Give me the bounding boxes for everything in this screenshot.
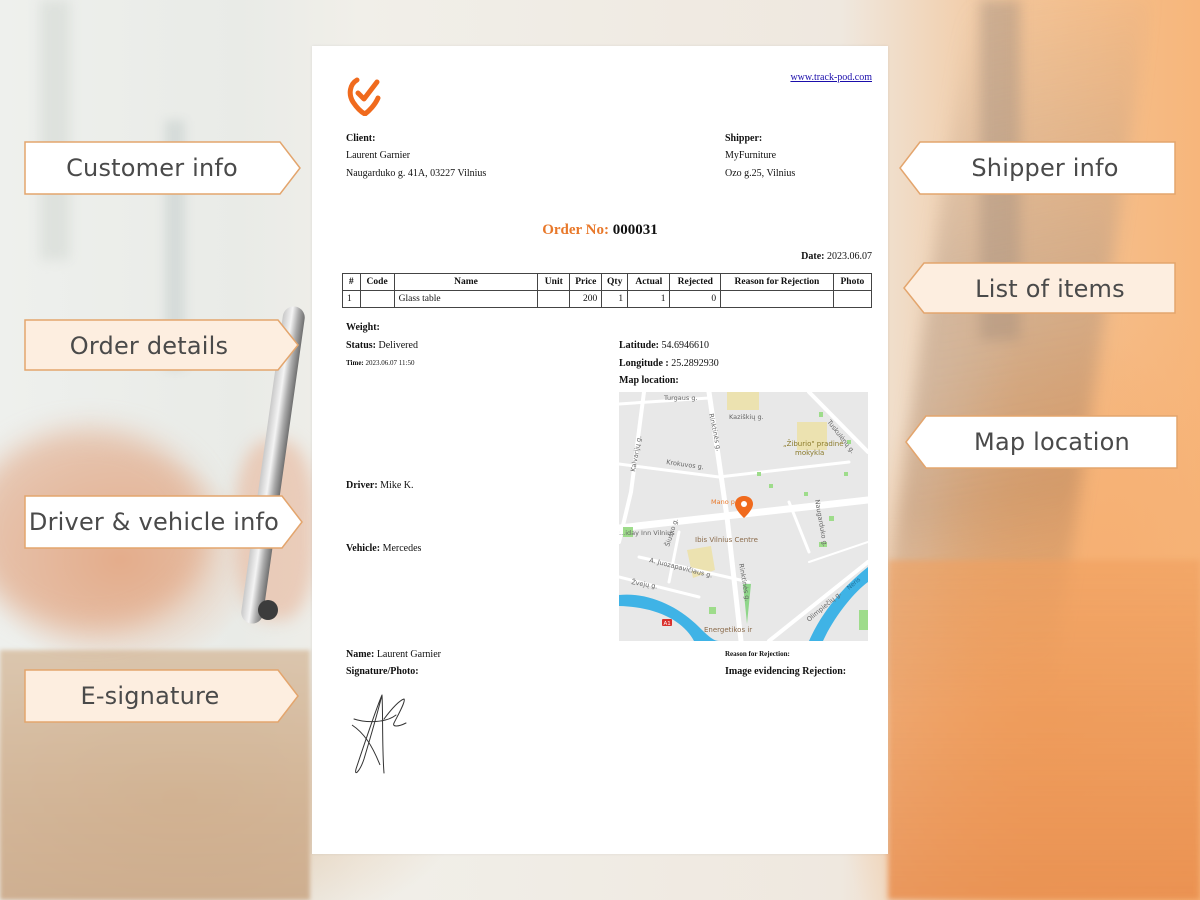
website-link[interactable]: www.track-pod.com [790, 72, 872, 83]
vehicle-label: Vehicle: [346, 543, 381, 554]
client-name: Laurent Garnier [346, 150, 411, 161]
client-label: Client: [346, 133, 376, 144]
date-label: Date: [801, 251, 825, 262]
shipper-name: MyFurniture [725, 150, 777, 161]
driver-value: Mike K. [380, 480, 414, 491]
vehicle-value: Mercedes [382, 543, 422, 554]
svg-text:„Žiburio" pradinė: „Žiburio" pradinė [783, 439, 844, 448]
column-header: Rejected [669, 273, 722, 291]
map-view[interactable]: Turgaus g. Kaziškių g. Rinktinės g. Kalv… [619, 392, 868, 641]
callout-label: Map location [974, 428, 1130, 456]
driver-label: Driver: [346, 480, 378, 491]
callout-label: Driver & vehicle info [28, 508, 280, 536]
svg-text:Energetikos ir: Energetikos ir [704, 626, 752, 634]
background-sweater [888, 560, 1200, 900]
map-location-label: Map location: [619, 375, 679, 386]
latitude-field: Latitude: 54.6946610 [619, 340, 709, 351]
signature-photo-label: Signature/Photo: [346, 666, 419, 677]
callout-map-location: Map location [904, 415, 1178, 469]
vehicle-field: Vehicle: Mercedes [346, 543, 421, 554]
cell-photo [832, 290, 873, 308]
time-value: 2023.06.07 11:50 [365, 359, 415, 367]
svg-text:Ibis Vilnius Centre: Ibis Vilnius Centre [695, 536, 758, 544]
svg-text:Turgaus g.: Turgaus g. [663, 394, 698, 402]
svg-text:A1: A1 [664, 621, 671, 627]
callout-label: E-signature [80, 682, 220, 710]
order-date: Date: 2023.06.07 [801, 251, 872, 262]
callout-e-signature: E-signature [24, 669, 300, 723]
cell-actual: 1 [627, 290, 671, 308]
cell-rejected: 0 [669, 290, 722, 308]
callout-customer-info: Customer info [24, 141, 302, 195]
recipient-name-field: Name: Laurent Garnier [346, 649, 441, 660]
cell-code [359, 290, 395, 308]
cell-index: 1 [342, 290, 361, 308]
cell-qty: 1 [601, 290, 629, 308]
proof-of-delivery-document: www.track-pod.com Client: Laurent Garnie… [312, 46, 888, 854]
recipient-name-value: Laurent Garnier [376, 649, 441, 660]
table-row: 1 Glass table 200 1 1 0 [342, 290, 873, 308]
callout-list-of-items: List of items [902, 262, 1176, 316]
latitude-label: Latitude: [619, 340, 659, 351]
driver-field: Driver: Mike K. [346, 480, 414, 491]
table-header-row: # Code Name Unit Price Qty Actual Reject… [342, 273, 873, 291]
map-park-area [727, 392, 759, 410]
callout-shipper-info: Shipper info [898, 141, 1176, 195]
order-number-label: Order No: [542, 222, 610, 238]
longitude-value: 25.2892930 [671, 358, 719, 369]
latitude-value: 54.6946610 [661, 340, 710, 351]
cell-price: 200 [569, 290, 603, 308]
time-label: Time: [346, 359, 364, 367]
order-number-heading: Order No: 000031 [312, 222, 888, 239]
recipient-name-label: Name: [346, 649, 375, 660]
items-table: # Code Name Unit Price Qty Actual Reject… [342, 273, 873, 308]
order-number-value: 000031 [612, 222, 658, 238]
date-value: 2023.06.07 [827, 251, 872, 262]
signature-image [346, 689, 416, 779]
checkmark-pin-icon [347, 74, 383, 117]
cell-name: Glass table [393, 290, 539, 308]
longitude-label: Longitude : [619, 358, 669, 369]
column-header: Reason for Rejection [720, 273, 834, 291]
column-header: Name [393, 273, 539, 291]
column-header: Code [359, 273, 395, 291]
status-value: Delivered [378, 340, 418, 351]
background-stylus-tip [258, 600, 278, 620]
svg-text:...iday Inn Vilnius: ...iday Inn Vilnius [619, 529, 675, 537]
background-window-frame [40, 0, 70, 260]
svg-text:mokykla: mokykla [795, 449, 824, 457]
cell-reason [720, 290, 834, 308]
status-field: Status: Delivered [346, 340, 418, 351]
longitude-field: Longitude : 25.2892930 [619, 358, 719, 369]
image-evidencing-rejection-label: Image evidencing Rejection: [725, 666, 847, 677]
svg-text:Kaziškių g.: Kaziškių g. [729, 413, 764, 421]
time-field: Time: 2023.06.07 11:50 [346, 359, 414, 367]
column-header: Photo [832, 273, 873, 291]
callout-order-details: Order details [24, 319, 300, 373]
status-label: Status: [346, 340, 377, 351]
column-header: Unit [537, 273, 571, 291]
column-header: Qty [601, 273, 629, 291]
callout-label: Shipper info [971, 154, 1119, 182]
cell-unit [537, 290, 571, 308]
client-address: Naugarduko g. 41A, 03227 Vilnius [346, 168, 487, 179]
weight-label: Weight: [346, 322, 380, 333]
shipper-address: Ozo g.25, Vilnius [725, 168, 796, 179]
callout-label: Order details [69, 332, 229, 360]
shipper-label: Shipper: [725, 133, 763, 144]
column-header: Actual [627, 273, 671, 291]
reason-for-rejection-label: Reason for Rejection: [725, 650, 790, 658]
column-header: # [342, 273, 361, 291]
callout-driver-vehicle-info: Driver & vehicle info [24, 495, 304, 549]
column-header: Price [569, 273, 603, 291]
callout-label: List of items [975, 275, 1125, 303]
callout-label: Customer info [66, 154, 238, 182]
